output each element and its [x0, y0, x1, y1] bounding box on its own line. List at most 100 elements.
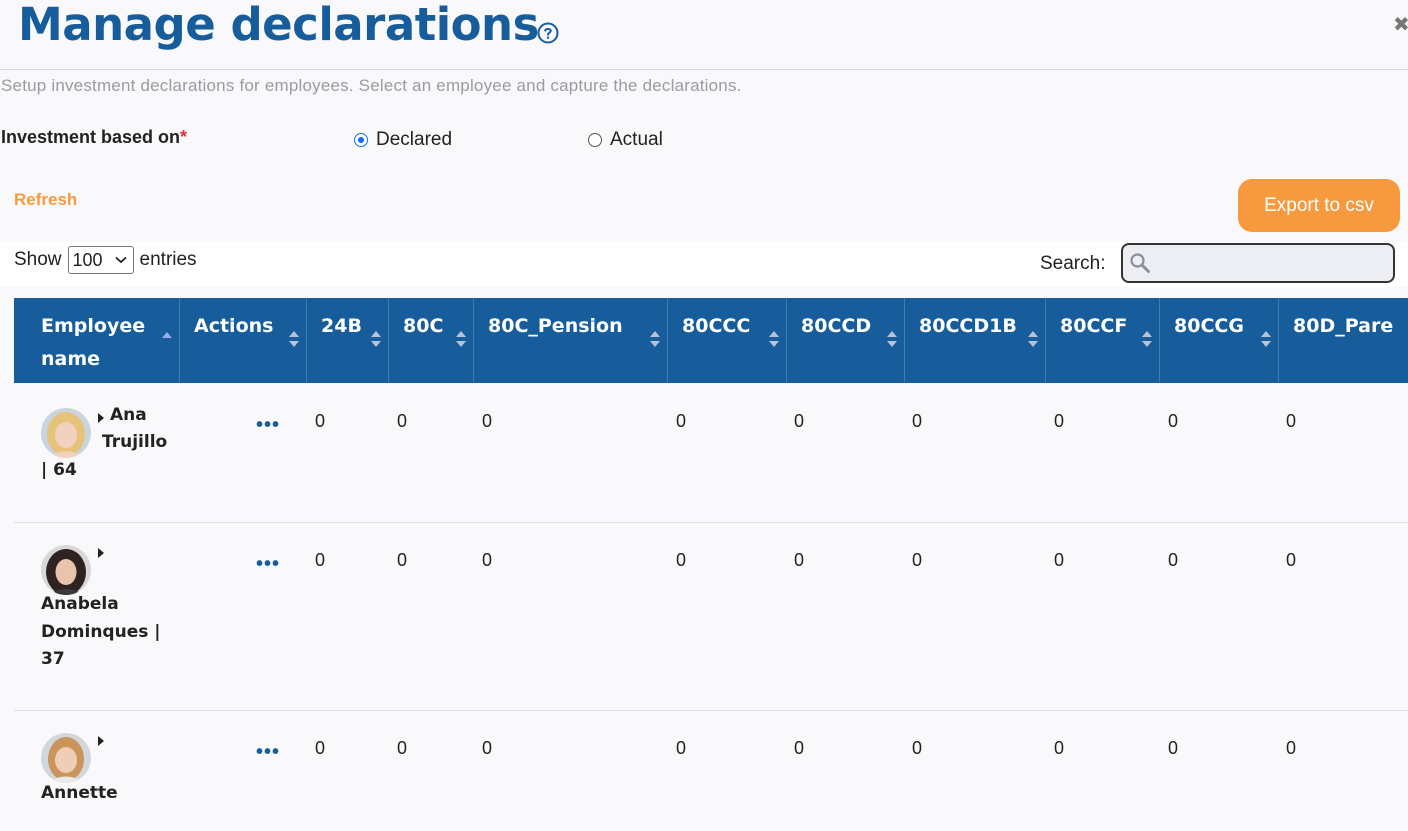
sort-asc-icon	[162, 332, 172, 338]
sort-icon	[371, 331, 381, 347]
actions-menu-button[interactable]: •••	[256, 554, 280, 574]
sort-icon	[650, 331, 660, 347]
expand-caret-icon[interactable]	[98, 736, 104, 746]
employee-name-line1: Anabela	[41, 594, 119, 614]
header-divider	[0, 69, 1408, 70]
value-cell: 0	[315, 550, 326, 570]
page-description: Setup investment declarations for employ…	[1, 76, 742, 95]
radio-actual[interactable]: Actual	[588, 129, 663, 151]
value-cell: 0	[1168, 550, 1179, 570]
column-label-80ccg: 80CCG	[1174, 315, 1244, 337]
page-title: Manage declarations	[18, 0, 539, 51]
value-cell: 0	[482, 550, 493, 570]
column-label-employee: Employee	[41, 315, 146, 337]
radio-declared-indicator[interactable]	[354, 133, 368, 147]
value-cell: 0	[1286, 411, 1297, 431]
table-row: Ana Trujillo | 64 ••• 0 0 0 0 0 0 0 0 0	[14, 383, 1408, 523]
value-cell: 0	[482, 411, 493, 431]
column-header-80ccd[interactable]: 80CCD	[787, 298, 905, 383]
table-row: Annette ••• 0 0 0 0 0 0 0 0 0	[14, 711, 1408, 831]
radio-actual-label: Actual	[610, 129, 663, 150]
employee-name-line3: | 64	[41, 460, 77, 480]
refresh-link[interactable]: Refresh	[14, 190, 77, 210]
column-header-80c[interactable]: 80C	[389, 298, 474, 383]
value-cell: 0	[676, 550, 687, 570]
investment-based-on-label: Investment based on*	[1, 127, 188, 147]
expand-caret-icon[interactable]	[98, 548, 104, 558]
entries-label: entries	[139, 249, 197, 270]
column-header-80ccf[interactable]: 80CCF	[1046, 298, 1160, 383]
column-header-80ccg[interactable]: 80CCG	[1160, 298, 1279, 383]
search-icon	[1130, 253, 1150, 273]
value-cell: 0	[794, 738, 805, 758]
required-mark: *	[180, 127, 188, 147]
sort-icon	[769, 331, 779, 347]
table-header: Employee name Actions 24B 80C 80C_Pension…	[14, 298, 1408, 383]
sort-icon	[1261, 331, 1271, 347]
column-label-80c: 80C	[403, 315, 444, 337]
value-cell: 0	[912, 738, 923, 758]
column-label-80c-pension: 80C_Pension	[488, 315, 623, 337]
close-icon[interactable]: ✖	[1393, 14, 1408, 36]
entries-value: 100	[72, 249, 103, 270]
value-cell: 0	[1286, 738, 1297, 758]
expand-caret-icon[interactable]	[98, 413, 104, 423]
show-entries: Show 100 entries	[14, 246, 197, 274]
value-cell: 0	[912, 550, 923, 570]
employee-name-line1: Annette	[41, 783, 118, 803]
value-cell: 0	[676, 411, 687, 431]
column-header-24b[interactable]: 24B	[307, 298, 389, 383]
help-icon[interactable]	[537, 22, 559, 44]
value-cell: 0	[676, 738, 687, 758]
actions-menu-button[interactable]: •••	[256, 742, 280, 762]
sort-icon	[1028, 331, 1038, 347]
chevron-down-icon	[114, 256, 127, 264]
radio-actual-indicator[interactable]	[588, 133, 602, 147]
avatar[interactable]	[41, 733, 91, 783]
sort-icon	[887, 331, 897, 347]
avatar[interactable]	[41, 408, 91, 458]
value-cell: 0	[1054, 738, 1065, 758]
column-label-80d-pare: 80D_Pare	[1293, 315, 1394, 337]
value-cell: 0	[1168, 411, 1179, 431]
value-cell: 0	[912, 411, 923, 431]
employee-name-line3: 37	[41, 649, 65, 669]
value-cell: 0	[1054, 411, 1065, 431]
avatar[interactable]	[41, 545, 91, 595]
search-input[interactable]	[1157, 247, 1391, 281]
radio-declared-label: Declared	[376, 129, 453, 150]
value-cell: 0	[397, 738, 408, 758]
search-label: Search:	[1040, 253, 1106, 274]
value-cell: 0	[1054, 550, 1065, 570]
column-label-80ccf: 80CCF	[1060, 315, 1128, 337]
column-label-80ccd: 80CCD	[801, 315, 872, 337]
value-cell: 0	[315, 411, 326, 431]
sort-icon	[456, 331, 466, 347]
column-label-24b: 24B	[321, 315, 362, 337]
column-label-name: name	[41, 348, 101, 370]
value-cell: 0	[1286, 550, 1297, 570]
column-header-80c-pension[interactable]: 80C_Pension	[474, 298, 668, 383]
column-label-80ccd1b: 80CCD1B	[919, 315, 1017, 337]
entries-select[interactable]: 100	[67, 246, 134, 274]
employee-name-line2: Trujillo	[102, 432, 168, 452]
sort-icon	[1142, 331, 1152, 347]
actions-menu-button[interactable]: •••	[256, 415, 280, 435]
value-cell: 0	[397, 411, 408, 431]
value-cell: 0	[794, 550, 805, 570]
column-label-80ccc: 80CCC	[682, 315, 751, 337]
table-row: Anabela Dominques | 37 ••• 0 0 0 0 0 0 0…	[14, 523, 1408, 711]
employee-name-line1: Ana	[110, 405, 147, 425]
employee-name-line2: Dominques |	[41, 622, 161, 642]
export-csv-button[interactable]: Export to csv	[1238, 179, 1400, 232]
column-header-80ccd1b[interactable]: 80CCD1B	[905, 298, 1046, 383]
radio-declared[interactable]: Declared	[354, 129, 452, 151]
column-header-employee-name[interactable]: Employee name	[14, 298, 180, 383]
value-cell: 0	[794, 411, 805, 431]
value-cell: 0	[1168, 738, 1179, 758]
column-header-80ccc[interactable]: 80CCC	[668, 298, 787, 383]
search-box[interactable]	[1121, 243, 1395, 283]
column-header-80d-pare[interactable]: 80D_Pare	[1279, 298, 1408, 383]
sort-icon	[289, 331, 299, 347]
column-header-actions[interactable]: Actions	[180, 298, 307, 383]
